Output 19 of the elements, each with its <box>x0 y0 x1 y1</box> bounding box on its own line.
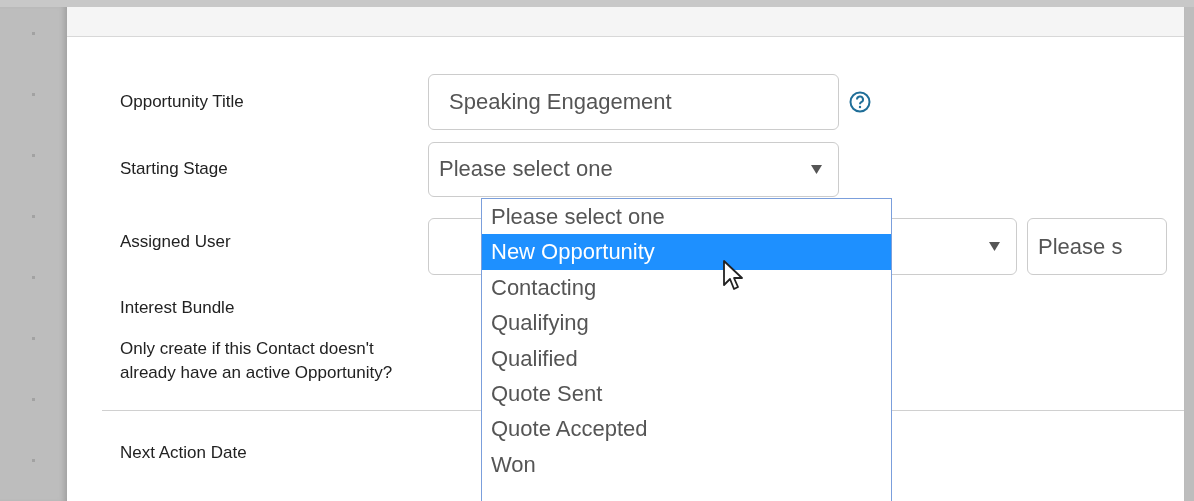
dropdown-arrow-icon <box>811 164 822 174</box>
opportunity-title-field[interactable]: Speaking Engagement <box>428 74 839 130</box>
field-label: Interest Bundle <box>119 297 236 319</box>
field-label: Only create if this Contact doesn't already have an active Opportunity? <box>119 338 394 384</box>
field-label: Assigned User <box>119 230 232 253</box>
dropdown-option[interactable]: Quote Accepted <box>482 411 891 447</box>
dropdown-option[interactable]: Won <box>482 446 891 483</box>
dropdown-option[interactable]: Please select one <box>482 199 891 235</box>
field-label: Next Action Date <box>119 442 248 464</box>
dropdown-option[interactable]: Qualified <box>482 340 891 376</box>
field-label: Opportunity Title <box>119 91 245 113</box>
secondary-select[interactable]: Please s <box>1027 218 1167 275</box>
stage-select[interactable]: Please select one <box>428 141 839 197</box>
dropdown-option[interactable]: Qualifying <box>482 305 891 341</box>
dropdown-arrow-icon <box>989 242 1000 251</box>
help-icon[interactable] <box>849 91 871 113</box>
dropdown-option[interactable]: Contacting <box>482 269 891 306</box>
dropdown-option[interactable]: Quote Sent <box>482 375 891 412</box>
field-label: Starting Stage <box>119 158 229 180</box>
